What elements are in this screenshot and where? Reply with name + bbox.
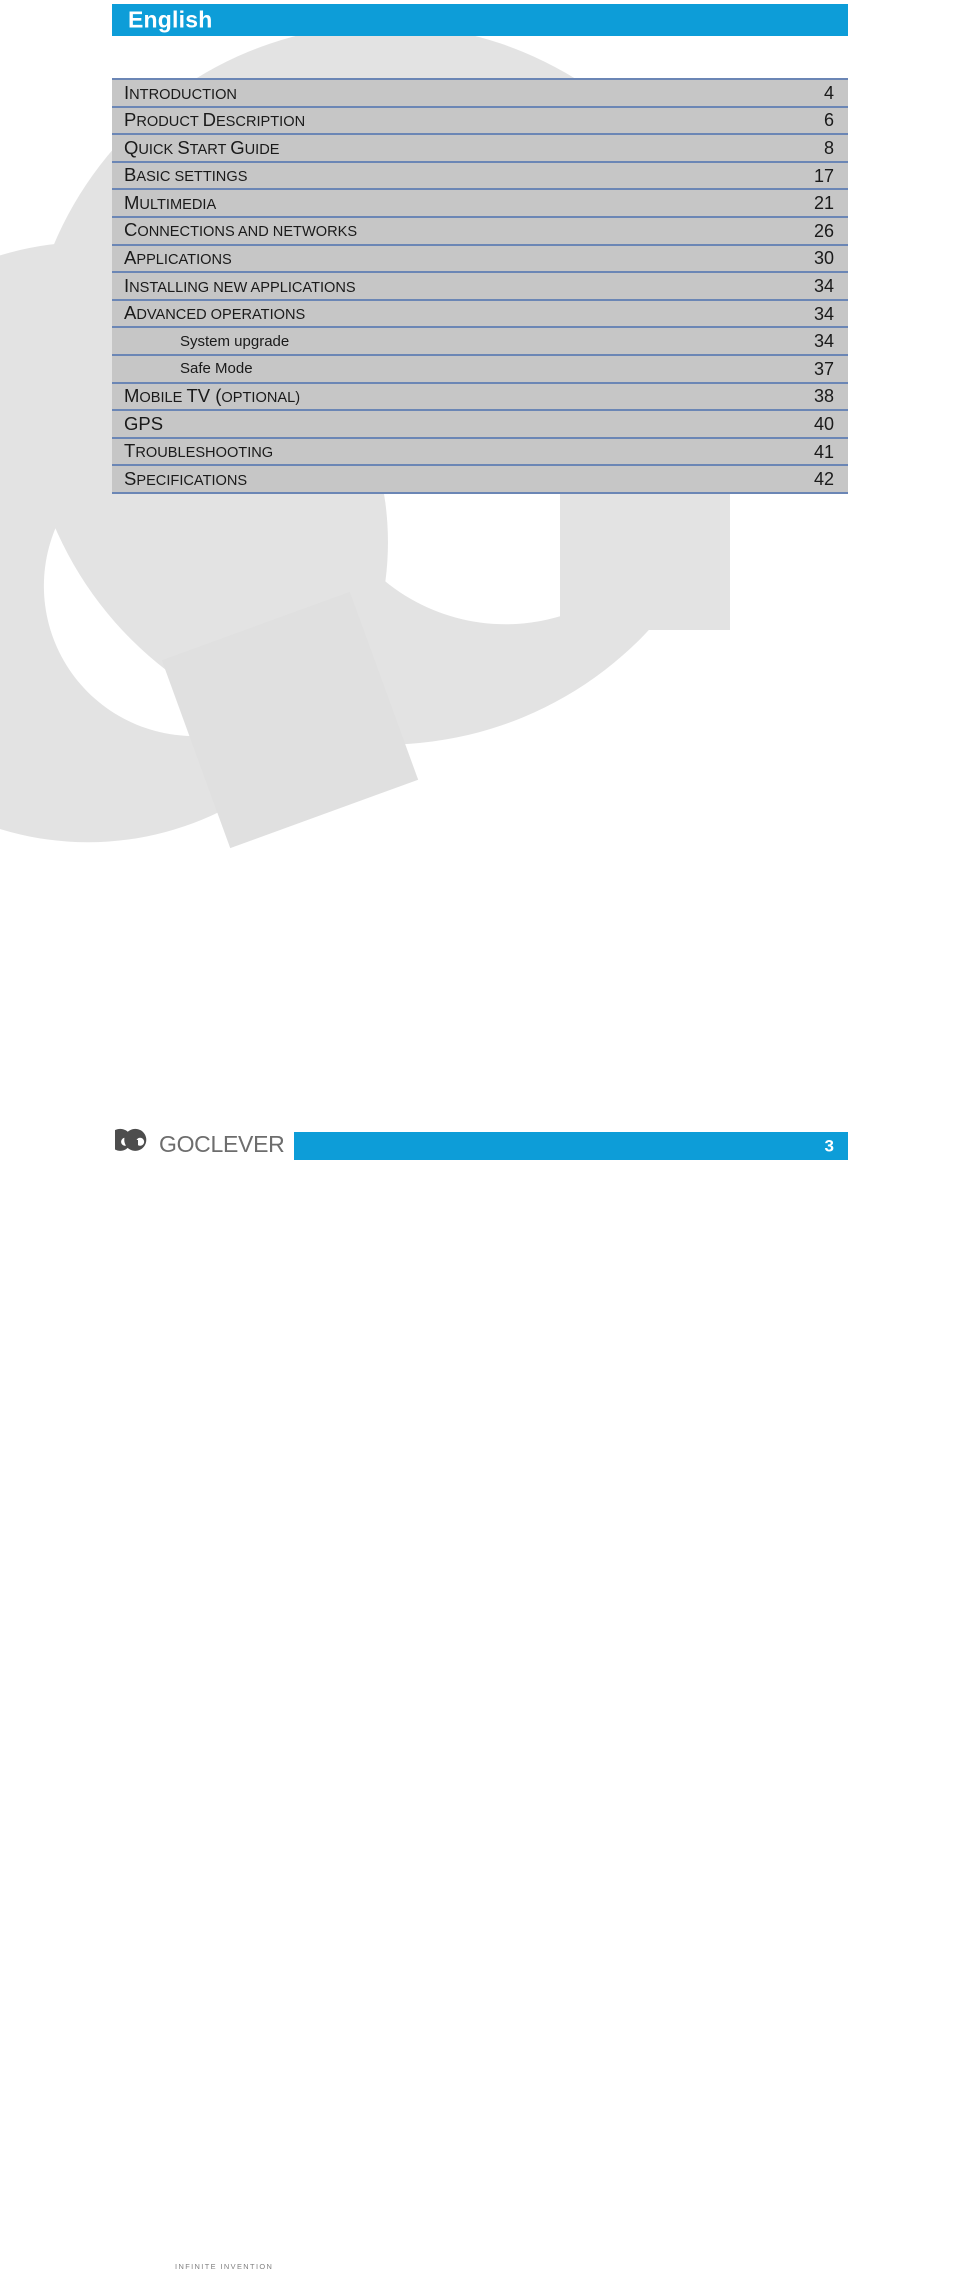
toc-entry-label: BASIC SETTINGS bbox=[124, 164, 248, 186]
toc-row[interactable]: PRODUCT DESCRIPTION 6 bbox=[112, 108, 848, 136]
toc-row[interactable]: APPLICATIONS 30 bbox=[112, 246, 848, 274]
toc-row[interactable]: System upgrade 34 bbox=[112, 328, 848, 356]
toc-entry-page: 8 bbox=[823, 137, 834, 158]
toc-entry-page: 34 bbox=[813, 303, 834, 324]
toc-entry-label: INTRODUCTION bbox=[124, 81, 237, 103]
toc-entry-label: MULTIMEDIA bbox=[124, 191, 217, 213]
toc-entry-page: 42 bbox=[813, 469, 834, 490]
toc-row[interactable]: ADVANCED OPERATIONS 34 bbox=[112, 301, 848, 329]
toc-entry-page: 4 bbox=[823, 82, 834, 103]
toc-entry-label: CONNECTIONS AND NETWORKS bbox=[124, 219, 358, 241]
toc-row[interactable]: MOBILE TV (OPTIONAL) 38 bbox=[112, 384, 848, 412]
toc-row[interactable]: SPECIFICATIONS 42 bbox=[112, 466, 848, 494]
toc-entry-label: TROUBLESHOOTING bbox=[124, 440, 274, 462]
toc-entry-page: 17 bbox=[813, 165, 834, 186]
toc-entry-label: INSTALLING NEW APPLICATIONS bbox=[124, 274, 356, 296]
toc-row[interactable]: TROUBLESHOOTING 41 bbox=[112, 439, 848, 467]
toc-entry-page: 6 bbox=[823, 110, 834, 131]
logo-tagline: INFINITE INVENTION bbox=[175, 2262, 274, 2271]
toc-row[interactable]: GPS 40 bbox=[112, 411, 848, 439]
toc-entry-page: 34 bbox=[813, 331, 834, 352]
toc-row[interactable]: QUICK START GUIDE 8 bbox=[112, 135, 848, 163]
toc-entry-label: System upgrade bbox=[180, 332, 290, 350]
toc-entry-label: MOBILE TV (OPTIONAL) bbox=[124, 385, 301, 407]
toc-entry-label: QUICK START GUIDE bbox=[124, 136, 280, 158]
toc-entry-page: 30 bbox=[813, 248, 834, 269]
language-label: English bbox=[128, 6, 213, 33]
toc-row[interactable]: CONNECTIONS AND NETWORKS 26 bbox=[112, 218, 848, 246]
toc-row[interactable]: Safe Mode 37 bbox=[112, 356, 848, 384]
toc-entry-page: 21 bbox=[813, 193, 834, 214]
toc-row[interactable]: MULTIMEDIA 21 bbox=[112, 190, 848, 218]
toc-entry-label: APPLICATIONS bbox=[124, 247, 232, 269]
toc-entry-page: 26 bbox=[813, 220, 834, 241]
toc-row[interactable]: INTRODUCTION 4 bbox=[112, 80, 848, 108]
toc-entry-page: 38 bbox=[813, 386, 834, 407]
toc-entry-page: 40 bbox=[813, 413, 834, 434]
toc-row[interactable]: BASIC SETTINGS 17 bbox=[112, 163, 848, 191]
toc-entry-page: 41 bbox=[813, 441, 834, 462]
toc-entry-page: 37 bbox=[813, 358, 834, 379]
toc-entry-label: GPS bbox=[124, 412, 164, 434]
language-header-bar: English bbox=[112, 4, 848, 36]
toc-entry-label: Safe Mode bbox=[180, 360, 253, 378]
toc-entry-label: PRODUCT DESCRIPTION bbox=[124, 109, 306, 131]
toc-entry-page: 34 bbox=[813, 275, 834, 296]
toc-row[interactable]: INSTALLING NEW APPLICATIONS 34 bbox=[112, 273, 848, 301]
page-content: English INTRODUCTION 4 PRODUCT DESCRIPTION… bbox=[0, 0, 960, 1172]
toc-entry-label: SPECIFICATIONS bbox=[124, 467, 248, 489]
toc-entry-label: ADVANCED OPERATIONS bbox=[124, 302, 306, 324]
table-of-contents: INTRODUCTION 4 PRODUCT DESCRIPTION 6 QUICK S… bbox=[112, 78, 848, 494]
